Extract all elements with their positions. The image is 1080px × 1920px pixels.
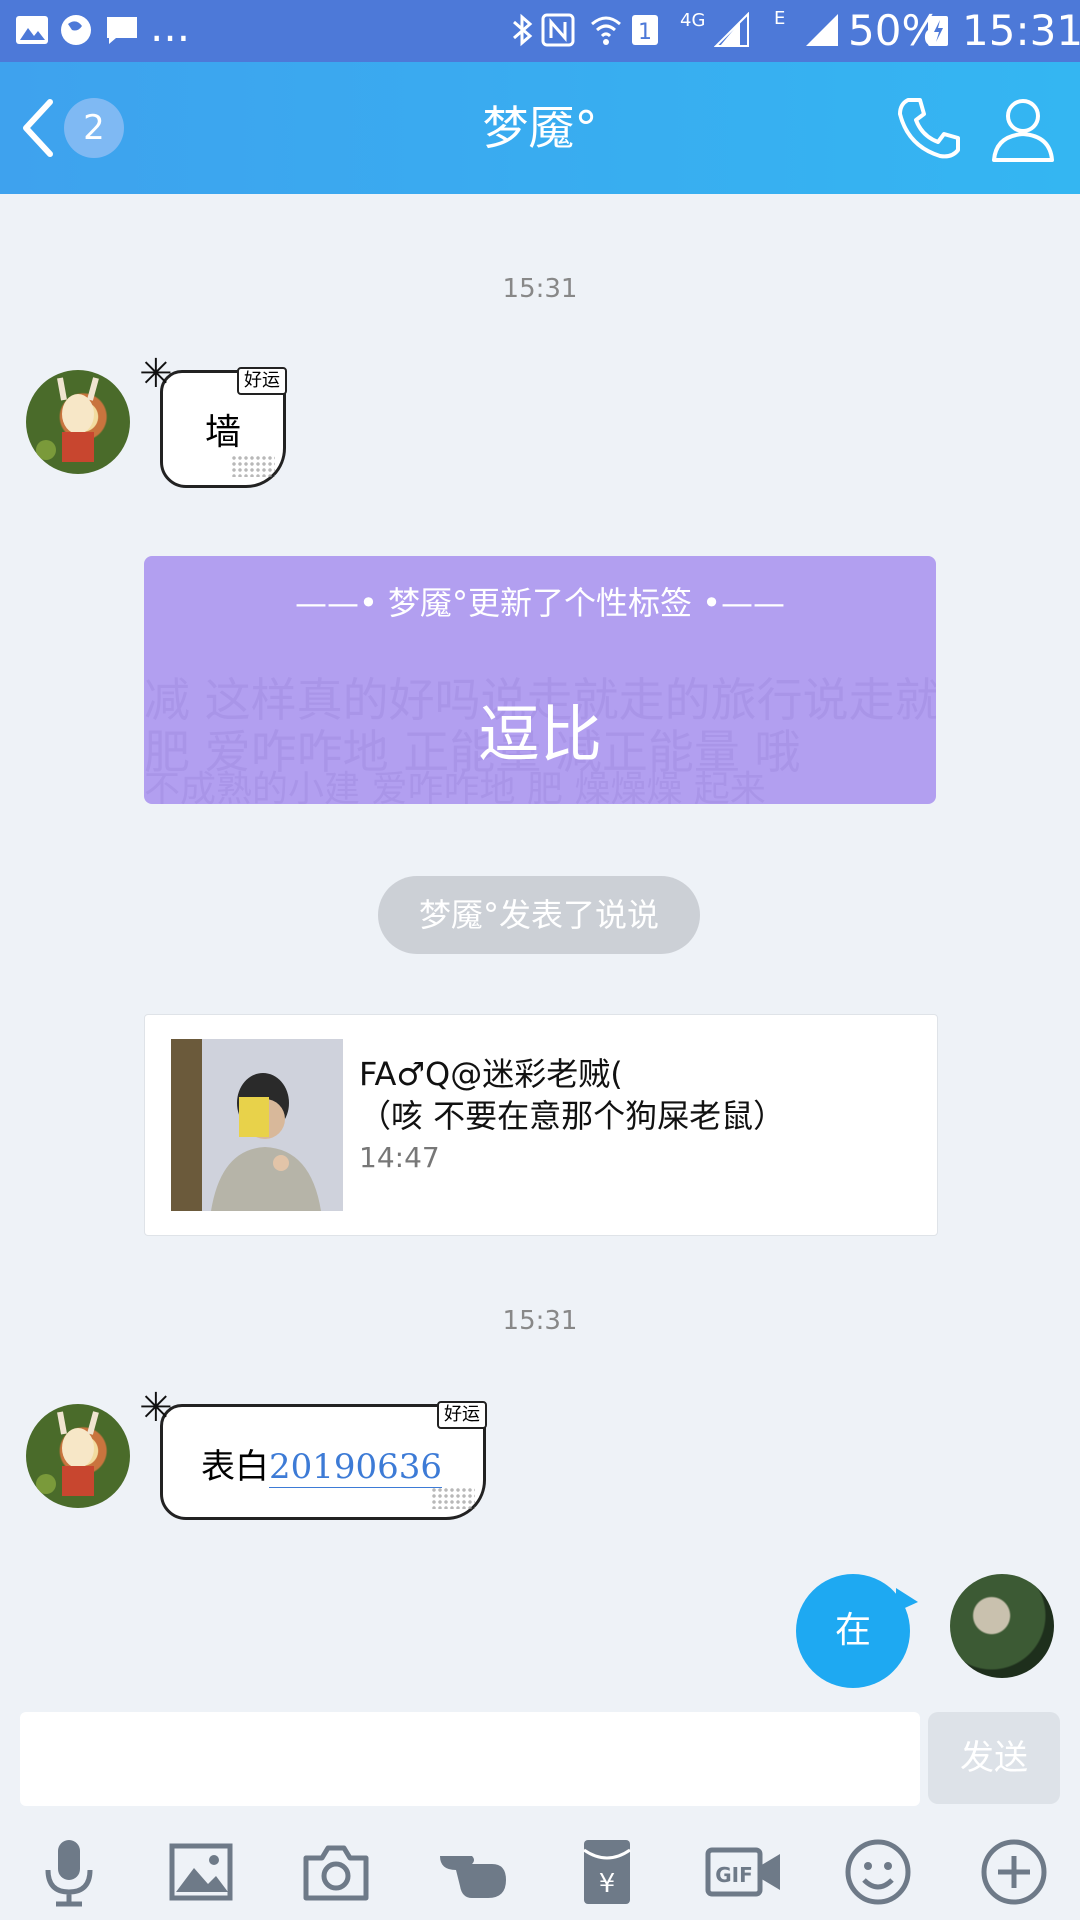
sticker-text-prefix: 表白 — [201, 1447, 269, 1487]
post-preview-card[interactable]: FA♂Q@迷彩老贼( （咳 不要在意那个狗屎老鼠） 14:47 — [144, 1014, 938, 1236]
message-notification-icon — [107, 17, 137, 44]
chat-header: 2 梦魇° — [0, 62, 1080, 194]
network-type-label: 4G — [680, 10, 706, 31]
nfc-icon — [541, 13, 575, 47]
sticker-text: 墙 — [204, 412, 241, 453]
anger-mark-icon: ✳ — [139, 351, 173, 397]
sticker-halftone — [431, 1487, 475, 1509]
my-message-bubble[interactable]: 在 — [796, 1574, 910, 1688]
signal-icon — [714, 12, 749, 47]
poke-icon[interactable] — [436, 1836, 516, 1908]
send-button[interactable]: 发送 — [928, 1712, 1060, 1804]
bluetooth-icon — [513, 13, 533, 47]
contact-avatar[interactable] — [26, 1404, 130, 1508]
post-text-line1: FA♂Q@迷彩老贼( — [359, 1055, 623, 1093]
avatar-illustration — [36, 1411, 99, 1496]
anger-mark-icon: ✳ — [139, 1385, 173, 1431]
battery-icon — [928, 16, 948, 46]
post-time: 14:47 — [359, 1141, 440, 1174]
clock: 15:31 — [962, 6, 1080, 55]
voice-icon[interactable] — [34, 1836, 106, 1908]
sticker-tag: 好运 — [237, 367, 287, 395]
svg-text:¥: ¥ — [599, 1869, 616, 1899]
message-input[interactable] — [20, 1712, 920, 1806]
red-packet-icon[interactable]: ¥ — [572, 1836, 644, 1908]
profile-icon[interactable] — [988, 94, 1058, 164]
phone-call-icon[interactable] — [894, 94, 964, 164]
svg-text:GIF: GIF — [715, 1863, 753, 1887]
signature-value: 逗比 — [477, 698, 602, 771]
message-timestamp: 15:31 — [502, 1306, 578, 1336]
unread-count-badge[interactable]: 2 — [64, 98, 124, 158]
network-e-label: E — [774, 8, 786, 29]
signal-2-icon — [806, 14, 838, 46]
image-icon[interactable] — [166, 1836, 238, 1908]
camera-icon[interactable] — [300, 1836, 372, 1908]
svg-text:1: 1 — [638, 20, 652, 45]
emoji-icon[interactable] — [842, 1836, 914, 1908]
my-avatar[interactable] — [950, 1574, 1054, 1678]
contact-avatar[interactable] — [26, 370, 130, 474]
post-notice-pill[interactable]: 梦魇°发表了说说 — [378, 876, 700, 954]
post-text-line2: （咳 不要在意那个狗屎老鼠） — [359, 1097, 786, 1135]
sticker-tag: 好运 — [437, 1401, 487, 1429]
sticker-number-link[interactable]: 20190636 — [269, 1447, 443, 1488]
page-title: 梦魇° — [482, 101, 598, 155]
avatar-illustration — [36, 377, 99, 462]
sticker-text: 表白20190636 — [201, 1439, 443, 1488]
post-thumbnail — [171, 1039, 343, 1211]
overflow-indicator: ... — [150, 2, 191, 51]
signature-header: ——• 梦魇°更新了个性标签 •—— — [294, 584, 786, 622]
sticker-message[interactable]: ✳ 好运 表白20190636 — [139, 1385, 487, 1520]
wifi-icon — [591, 16, 621, 45]
sticker-halftone — [231, 455, 275, 477]
sticker-message[interactable]: ✳ 好运 墙 — [139, 351, 287, 488]
selfie-image — [211, 1073, 321, 1211]
signature-update-card[interactable]: 减 这样真的好吗说走就走的旅行说走就走 肥 爱咋咋地 正能量 减正能量 哦 不成… — [144, 556, 936, 804]
status-bar: ... 1 4G E 50% 15:31 — [0, 0, 1080, 62]
more-plus-icon[interactable] — [978, 1836, 1050, 1908]
message-timestamp: 15:31 — [502, 274, 578, 304]
sim1-icon: 1 — [632, 15, 658, 45]
gallery-notification-icon — [16, 16, 48, 44]
gif-icon[interactable]: GIF — [704, 1836, 784, 1908]
browser-notification-icon — [61, 15, 91, 45]
